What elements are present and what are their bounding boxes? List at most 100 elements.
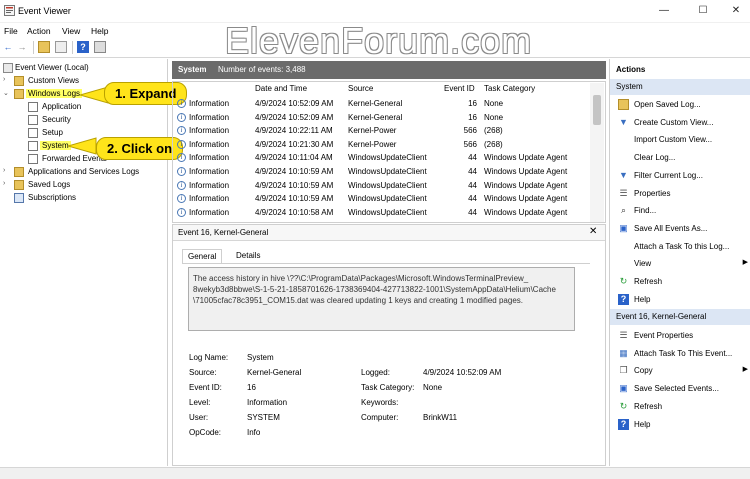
properties-icon[interactable] bbox=[94, 41, 106, 53]
action-item[interactable]: ⌕ Find... bbox=[610, 202, 750, 219]
table-row[interactable]: i Information 4/9/2024 10:52:09 AM Kernel-G… bbox=[173, 111, 577, 125]
table-row[interactable]: i Information 4/9/2024 10:10:59 AM WindowsU… bbox=[173, 192, 577, 206]
value-user: SYSTEM bbox=[247, 413, 280, 422]
action-item[interactable]: Clear Log... bbox=[610, 149, 750, 166]
subscription-icon bbox=[14, 193, 24, 203]
action-item[interactable]: ↻ Refresh bbox=[610, 398, 750, 415]
help-icon[interactable]: ? bbox=[77, 41, 89, 53]
forward-arrow-icon[interactable]: → bbox=[16, 41, 28, 53]
table-row[interactable]: i Information 4/9/2024 10:10:58 AM WindowsU… bbox=[173, 206, 577, 220]
tree-item-label: Application bbox=[42, 102, 82, 111]
column-level[interactable]: Level bbox=[187, 84, 206, 93]
menu-view[interactable]: View bbox=[62, 26, 80, 36]
cell-source: Kernel-General bbox=[348, 112, 403, 122]
chevron-right-icon[interactable]: › bbox=[3, 76, 11, 83]
action-label: View bbox=[634, 259, 652, 269]
back-arrow-icon[interactable]: ← bbox=[2, 41, 14, 53]
column-source[interactable]: Source bbox=[348, 84, 373, 93]
label-event-id: Event ID: bbox=[189, 383, 222, 392]
event-list: Level Date and Time Source Event ID Task… bbox=[172, 81, 606, 223]
tree-item-security[interactable]: Security bbox=[0, 114, 168, 126]
action-item[interactable]: ▣ Save All Events As... bbox=[610, 220, 750, 237]
value-event-id: 16 bbox=[247, 383, 256, 392]
cell-source: Kernel-Power bbox=[348, 139, 397, 149]
action-item[interactable]: ↻ Refresh bbox=[610, 273, 750, 290]
folder-icon bbox=[14, 167, 24, 177]
event-viewer-icon bbox=[3, 63, 13, 73]
action-label: Properties bbox=[634, 188, 671, 198]
table-row[interactable]: i Information 4/9/2024 10:22:11 AM Kernel-P… bbox=[173, 124, 577, 138]
table-row[interactable]: i Information 4/9/2024 10:10:59 AM WindowsU… bbox=[173, 165, 577, 179]
show-hide-tree-icon[interactable] bbox=[55, 41, 67, 53]
action-item[interactable]: ☰ Properties bbox=[610, 185, 750, 202]
action-label: Create Custom View... bbox=[634, 117, 714, 127]
action-item[interactable]: ▼ Create Custom View... bbox=[610, 114, 750, 131]
action-label: Filter Current Log... bbox=[634, 170, 703, 180]
action-item[interactable]: ▦ Attach Task To This Event... bbox=[610, 345, 750, 362]
tree-item-root[interactable]: Event Viewer (Local) bbox=[0, 62, 168, 74]
actions-section-system[interactable]: System bbox=[610, 79, 750, 95]
cell-event-id: 16 bbox=[468, 99, 477, 108]
chevron-right-icon[interactable]: › bbox=[3, 180, 11, 187]
folder-up-icon[interactable] bbox=[38, 41, 50, 53]
table-row[interactable]: i Information 4/9/2024 10:21:30 AM Kernel-P… bbox=[173, 138, 577, 152]
cell-event-id: 566 bbox=[463, 126, 477, 136]
maximize-button[interactable]: ☐ bbox=[695, 4, 711, 18]
info-icon: i bbox=[177, 180, 186, 190]
event-viewer-icon bbox=[4, 5, 15, 16]
action-label: Refresh bbox=[634, 277, 663, 286]
log-icon bbox=[28, 115, 38, 125]
menu-file[interactable]: File bbox=[4, 26, 18, 36]
action-item[interactable]: ❐ Copy ▶ bbox=[610, 362, 750, 379]
tab-details[interactable]: Details bbox=[231, 249, 265, 263]
action-label: Help bbox=[634, 294, 651, 304]
tab-general[interactable]: General bbox=[182, 249, 223, 263]
close-icon[interactable]: ✕ bbox=[589, 226, 597, 237]
tree-item-apps-services[interactable]: › Applications and Services Logs bbox=[0, 166, 168, 178]
status-bar bbox=[0, 467, 750, 479]
minimize-button[interactable]: — bbox=[656, 4, 672, 18]
action-item[interactable]: Open Saved Log... bbox=[610, 96, 750, 113]
table-row[interactable]: i Information 4/9/2024 10:10:59 AM WindowsU… bbox=[173, 179, 577, 193]
action-item[interactable]: ? Help bbox=[610, 291, 750, 308]
column-event-id[interactable]: Event ID bbox=[444, 84, 475, 93]
event-message: The access history in hive \??\C:\Progra… bbox=[188, 267, 575, 331]
filter-icon: ▼ bbox=[619, 116, 628, 127]
chevron-right-icon[interactable]: › bbox=[3, 167, 11, 174]
submenu-arrow-icon: ▶ bbox=[742, 366, 748, 374]
tree-item-label: Applications and Services Logs bbox=[28, 167, 140, 176]
tree-item-saved-logs[interactable]: › Saved Logs bbox=[0, 179, 168, 191]
action-item[interactable]: ▣ Save Selected Events... bbox=[610, 380, 750, 397]
tree-item-label: Setup bbox=[42, 128, 63, 137]
label-task-category: Task Category: bbox=[361, 383, 415, 392]
tree-item-subscriptions[interactable]: Subscriptions bbox=[0, 192, 168, 204]
scrollbar-thumb[interactable] bbox=[593, 95, 601, 125]
folder-icon bbox=[618, 99, 629, 110]
action-label: Attach Task To This Event... bbox=[634, 348, 733, 358]
refresh-icon: ↻ bbox=[619, 400, 628, 411]
column-date[interactable]: Date and Time bbox=[255, 84, 307, 93]
table-row[interactable]: i Information 4/9/2024 10:11:04 AM WindowsU… bbox=[173, 151, 577, 165]
action-item[interactable]: View ▶ bbox=[610, 255, 750, 272]
action-item[interactable]: Attach a Task To this Log... bbox=[610, 238, 750, 255]
action-item[interactable]: Import Custom View... bbox=[610, 131, 750, 148]
cell-event-id: 566 bbox=[463, 139, 477, 149]
tree-item-label: Custom Views bbox=[28, 76, 79, 85]
value-computer: BrinkW11 bbox=[423, 413, 458, 422]
table-row[interactable]: i Information 4/9/2024 10:52:09 AM Kernel-G… bbox=[173, 97, 577, 111]
action-item[interactable]: ? Help bbox=[610, 416, 750, 433]
action-item[interactable]: ☰ Event Properties bbox=[610, 327, 750, 344]
column-task-category[interactable]: Task Category bbox=[484, 84, 535, 93]
list-scrollbar[interactable] bbox=[590, 83, 604, 222]
actions-section-event[interactable]: Event 16, Kernel-General bbox=[610, 309, 750, 325]
cell-event-id: 44 bbox=[468, 194, 477, 204]
close-button[interactable]: ✕ bbox=[728, 4, 744, 18]
action-item[interactable]: ▼ Filter Current Log... bbox=[610, 167, 750, 184]
menu-help[interactable]: Help bbox=[91, 26, 108, 36]
menu-action[interactable]: Action bbox=[27, 26, 51, 36]
chevron-down-icon[interactable]: ⌄ bbox=[3, 89, 11, 97]
label-level: Level: bbox=[189, 398, 211, 407]
cell-source: WindowsUpdateClient bbox=[348, 180, 427, 190]
cell-task: None bbox=[484, 112, 504, 122]
message-line: \71005cfac78c3951_COM15.dat was cleared … bbox=[193, 296, 523, 305]
